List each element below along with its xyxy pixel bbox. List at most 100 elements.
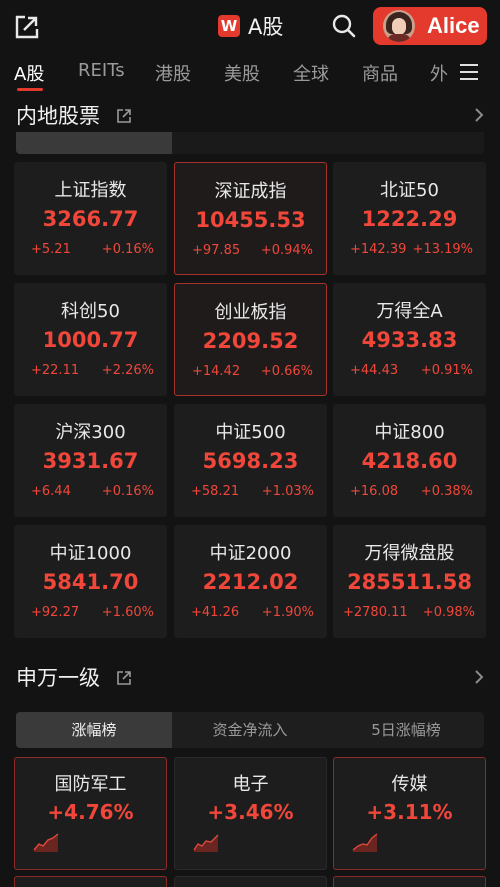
index-name: 万得全A	[376, 301, 443, 322]
industry-section-header[interactable]: 申万一级	[0, 658, 500, 694]
sparkline-icon	[352, 833, 378, 852]
index-card[interactable]: 上证指数 3266.77 +5.21 +0.16%	[14, 162, 167, 275]
index-change: +22.11	[31, 363, 80, 378]
index-price: 4218.60	[361, 449, 458, 473]
index-change-pct: +0.66%	[260, 364, 313, 379]
index-card[interactable]: 深证成指 10455.53 +97.85 +0.94%	[174, 162, 327, 275]
index-change-pct: +0.91%	[420, 363, 473, 378]
index-card[interactable]: 中证800 4218.60 +16.08 +0.38%	[333, 404, 486, 517]
tab-reits[interactable]: REITs	[78, 60, 125, 81]
index-card[interactable]: 中证1000 5841.70 +92.27 +1.60%	[14, 525, 167, 638]
index-price: 1222.29	[361, 207, 458, 231]
industry-card[interactable]: 传媒 +3.11%	[333, 757, 486, 870]
index-card[interactable]: 中证500 5698.23 +58.21 +1.03%	[174, 404, 327, 517]
index-change-pct: +1.90%	[261, 605, 314, 620]
external-link-icon[interactable]	[116, 108, 132, 124]
index-name: 深证成指	[214, 181, 287, 202]
user-name: Alice	[427, 13, 480, 38]
industry-subtabs: 涨幅榜 资金净流入 5日涨幅榜	[16, 712, 484, 748]
mainland-section-header[interactable]: 内地股票	[0, 96, 500, 132]
industry-change-pct: +4.76%	[47, 800, 134, 824]
tab-us-stocks[interactable]: 美股	[224, 60, 260, 86]
index-price: 3931.67	[42, 449, 139, 473]
industry-card-partial[interactable]	[333, 876, 486, 887]
industry-name: 传媒	[391, 774, 428, 795]
market-tabs: A股 REITs 港股 美股 全球 商品 外	[0, 54, 500, 92]
chevron-right-icon[interactable]	[472, 668, 486, 686]
subtab-gainers[interactable]: 涨幅榜	[16, 712, 172, 748]
index-change: +92.27	[31, 605, 80, 620]
index-name: 中证800	[374, 422, 445, 443]
industry-card-partial[interactable]	[14, 876, 167, 887]
index-card[interactable]: 科创50 1000.77 +22.11 +2.26%	[14, 283, 167, 396]
chevron-right-icon[interactable]	[472, 106, 486, 124]
industry-change-pct: +3.11%	[366, 800, 453, 824]
index-price: 3266.77	[42, 207, 139, 231]
page-title-text: A股	[248, 15, 284, 39]
index-change: +16.08	[350, 484, 399, 499]
index-change-pct: +1.60%	[101, 605, 154, 620]
index-change: +142.39	[350, 242, 407, 257]
tab-hk-stocks[interactable]: 港股	[155, 60, 191, 86]
index-name: 上证指数	[54, 180, 127, 201]
index-change-pct: +0.16%	[101, 484, 154, 499]
index-change-pct: +0.38%	[420, 484, 473, 499]
index-card[interactable]: 万得全A 4933.83 +44.43 +0.91%	[333, 283, 486, 396]
index-name: 万得微盘股	[364, 543, 455, 564]
index-change-pct: +1.03%	[261, 484, 314, 499]
tab-commodities[interactable]: 商品	[362, 60, 398, 86]
industry-card-partial[interactable]	[174, 876, 327, 887]
search-icon[interactable]	[331, 13, 357, 39]
external-link-icon[interactable]	[116, 670, 132, 686]
avatar	[383, 10, 415, 42]
index-card[interactable]: 创业板指 2209.52 +14.42 +0.66%	[174, 283, 327, 396]
industry-card[interactable]: 国防军工 +4.76%	[14, 757, 167, 870]
index-card[interactable]: 沪深300 3931.67 +6.44 +0.16%	[14, 404, 167, 517]
industry-name: 电子	[232, 774, 269, 795]
page-title[interactable]: W A股	[218, 12, 283, 40]
user-profile-button[interactable]: Alice	[373, 7, 487, 45]
share-icon[interactable]	[14, 14, 40, 40]
industry-card[interactable]: 电子 +3.46%	[174, 757, 327, 870]
index-change-pct: +2.26%	[101, 363, 154, 378]
index-change: +97.85	[192, 243, 241, 258]
index-price: 4933.83	[361, 328, 458, 352]
index-card[interactable]: 中证2000 2212.02 +41.26 +1.90%	[174, 525, 327, 638]
index-change: +2780.11	[343, 605, 408, 620]
index-price: 285511.58	[347, 570, 472, 594]
index-change-pct: +0.94%	[260, 243, 313, 258]
index-price: 5841.70	[42, 570, 139, 594]
index-card[interactable]: 北证50 1222.29 +142.39 +13.19%	[333, 162, 486, 275]
subtab-net-inflow[interactable]: 资金净流入	[172, 712, 328, 748]
sparkline-icon	[193, 834, 219, 852]
index-card[interactable]: 万得微盘股 285511.58 +2780.11 +0.98%	[333, 525, 486, 638]
tab-forex[interactable]: 外	[430, 60, 448, 86]
section-title: 内地股票	[16, 104, 100, 128]
index-price: 2209.52	[202, 329, 299, 353]
index-name: 中证500	[215, 422, 286, 443]
index-price: 2212.02	[202, 570, 299, 594]
top-bar: W A股 Alice	[0, 0, 500, 52]
index-change-pct: +13.19%	[412, 242, 473, 257]
menu-icon[interactable]	[460, 64, 480, 80]
sparkline-icon	[33, 833, 59, 852]
subtab-5day-gainers[interactable]: 5日涨幅榜	[328, 712, 484, 748]
index-name: 中证2000	[209, 543, 292, 564]
index-name: 中证1000	[49, 543, 132, 564]
index-price: 1000.77	[42, 328, 139, 352]
wind-logo: W	[218, 15, 240, 37]
index-change: +5.21	[31, 242, 71, 257]
index-change: +14.42	[192, 364, 241, 379]
industry-change-pct: +3.46%	[207, 800, 294, 824]
industry-name: 国防军工	[54, 774, 127, 795]
tab-global[interactable]: 全球	[293, 60, 329, 86]
subtab-active-partial[interactable]	[16, 132, 172, 154]
section-title: 申万一级	[16, 666, 100, 690]
mainland-subtabs-partial	[16, 132, 484, 154]
index-name: 北证50	[380, 180, 439, 201]
index-change-pct: +0.98%	[422, 605, 475, 620]
index-change: +41.26	[191, 605, 240, 620]
tab-a-shares[interactable]: A股	[14, 60, 44, 86]
index-change-pct: +0.16%	[101, 242, 154, 257]
index-price: 5698.23	[202, 449, 299, 473]
